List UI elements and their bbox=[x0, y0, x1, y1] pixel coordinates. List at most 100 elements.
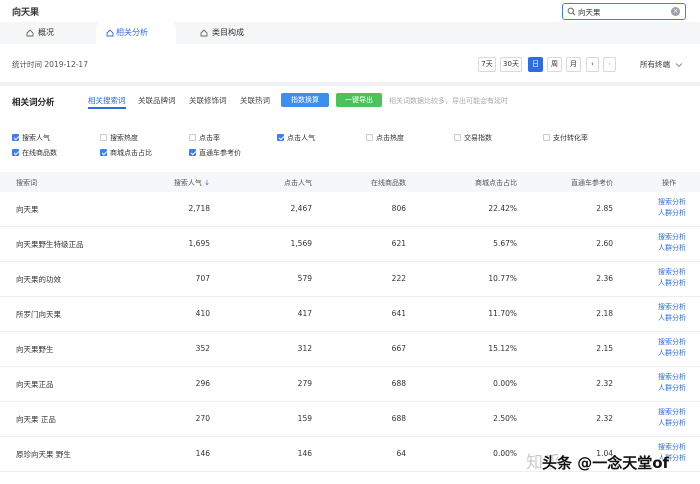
metric-checkbox-ctr[interactable]: 点击率 bbox=[189, 133, 220, 143]
subtab-brand[interactable]: 关联品牌词 bbox=[138, 95, 176, 109]
crowd-analysis-link[interactable]: 人群分析 bbox=[646, 313, 686, 324]
checkbox-box bbox=[189, 134, 196, 141]
cell-mall-click-ratio: 15.12% bbox=[488, 344, 517, 353]
crowd-analysis-link[interactable]: 人群分析 bbox=[646, 208, 686, 219]
metric-label: 支付转化率 bbox=[553, 134, 588, 142]
cell-keyword: 向天果 正品 bbox=[16, 415, 56, 424]
cell-online-items: 64 bbox=[396, 449, 406, 458]
range-7-days-button[interactable]: 7天 bbox=[478, 57, 496, 72]
cell-mall-click-ratio: 0.00% bbox=[493, 379, 517, 388]
cell-online-items: 688 bbox=[391, 379, 406, 388]
cell-keyword: 向天果正品 bbox=[16, 380, 54, 389]
column-header-keyword[interactable]: 搜索词 bbox=[16, 178, 37, 188]
search-analysis-link[interactable]: 搜索分析 bbox=[646, 302, 686, 313]
metric-checkbox-search-popularity[interactable]: 搜索人气 bbox=[12, 133, 50, 143]
app-title: 向天果 bbox=[12, 8, 40, 18]
column-header-ad-price[interactable]: 直通车参考价 bbox=[543, 178, 613, 188]
cell-click-popularity: 417 bbox=[297, 309, 312, 318]
index-convert-button[interactable]: 指数换算 bbox=[281, 93, 329, 107]
metric-checkbox-search-heat[interactable]: 搜索热度 bbox=[100, 133, 138, 143]
tab-related-analysis[interactable]: 相关分析 bbox=[96, 22, 176, 44]
metric-checkbox-click-popularity[interactable]: 点击人气 bbox=[277, 133, 315, 143]
cell-ad-price: 2.36 bbox=[596, 274, 613, 283]
table-row: 向天果正品 296 279 688 0.00% 2.32 搜索分析 人群分析 bbox=[0, 367, 700, 402]
search-analysis-link[interactable]: 搜索分析 bbox=[646, 267, 686, 278]
search-analysis-link[interactable]: 搜索分析 bbox=[646, 232, 686, 243]
table-row: 向天果 正品 270 159 688 2.50% 2.32 搜索分析 人群分析 bbox=[0, 402, 700, 437]
column-header-click-popularity[interactable]: 点击人气 bbox=[262, 178, 312, 188]
range-30-days-button[interactable]: 30天 bbox=[500, 57, 522, 72]
cell-search-popularity: 352 bbox=[195, 344, 210, 353]
table-row: 向天果 2,718 2,467 806 22.42% 2.85 搜索分析 人群分析 bbox=[0, 192, 700, 227]
range-day-button[interactable]: 日 bbox=[528, 57, 543, 72]
crowd-analysis-link[interactable]: 人群分析 bbox=[646, 418, 686, 429]
metric-checkbox-mall-click-ratio[interactable]: 商城点击占比 bbox=[100, 148, 152, 158]
metric-checkbox-click-heat[interactable]: 点击热度 bbox=[366, 133, 404, 143]
next-button[interactable]: › bbox=[603, 57, 616, 72]
tab-label: 相关分析 bbox=[116, 28, 148, 37]
stat-bar: 统计时间 2019-12-17 7天 30天 日 周 月 ‹ › 所有终端 bbox=[0, 44, 700, 82]
subtab-modifier[interactable]: 关联修饰词 bbox=[189, 95, 227, 109]
row-actions: 搜索分析 人群分析 bbox=[646, 232, 686, 254]
panel-title: 相关词分析 bbox=[12, 98, 55, 108]
checkbox-box bbox=[12, 134, 19, 141]
cell-online-items: 222 bbox=[391, 274, 406, 283]
cell-keyword: 向天果野生 bbox=[16, 345, 54, 354]
metric-label: 在线商品数 bbox=[22, 149, 57, 157]
cell-keyword: 向天果 bbox=[16, 205, 39, 214]
metric-label: 搜索人气 bbox=[22, 134, 50, 142]
clear-icon[interactable]: × bbox=[671, 7, 680, 16]
metric-checkbox-online-items[interactable]: 在线商品数 bbox=[12, 148, 57, 158]
range-month-button[interactable]: 月 bbox=[566, 57, 581, 72]
column-header-online-items[interactable]: 在线商品数 bbox=[346, 178, 406, 188]
search-analysis-link[interactable]: 搜索分析 bbox=[646, 407, 686, 418]
subtab-hot[interactable]: 关联热词 bbox=[240, 95, 270, 109]
subtab-related-search[interactable]: 相关搜索词 bbox=[88, 95, 126, 109]
tab-label: 类目构成 bbox=[212, 28, 244, 37]
row-actions: 搜索分析 人群分析 bbox=[646, 302, 686, 324]
house-icon bbox=[26, 29, 34, 37]
column-header-search-popularity[interactable]: 搜索人气 ↓ bbox=[160, 178, 210, 188]
cell-click-popularity: 1,569 bbox=[290, 239, 312, 248]
crowd-analysis-link[interactable]: 人群分析 bbox=[646, 383, 686, 394]
cell-click-popularity: 279 bbox=[297, 379, 312, 388]
cell-search-popularity: 2,718 bbox=[188, 204, 210, 213]
cell-mall-click-ratio: 10.77% bbox=[488, 274, 517, 283]
column-header-label: 搜索人气 bbox=[173, 179, 202, 187]
cell-keyword: 原珍向天果 野生 bbox=[16, 450, 71, 459]
metric-checkbox-ad-price[interactable]: 直通车参考价 bbox=[189, 148, 241, 158]
export-button[interactable]: 一键导出 bbox=[336, 93, 382, 107]
column-header-actions: 操作 bbox=[662, 179, 676, 187]
cell-keyword: 向天果野生特级正品 bbox=[16, 240, 84, 249]
row-actions: 搜索分析 人群分析 bbox=[646, 407, 686, 429]
cell-ad-price: 2.60 bbox=[596, 239, 613, 248]
terminal-select[interactable]: 所有终端 bbox=[640, 59, 683, 70]
cell-search-popularity: 707 bbox=[195, 274, 210, 283]
search-input[interactable] bbox=[578, 6, 668, 18]
range-week-button[interactable]: 周 bbox=[547, 57, 562, 72]
cell-click-popularity: 146 bbox=[297, 449, 312, 458]
cell-mall-click-ratio: 5.67% bbox=[493, 239, 517, 248]
search-box[interactable]: × bbox=[562, 3, 686, 20]
search-icon bbox=[567, 7, 576, 16]
nav-tabs: 概况 相关分析 类目构成 bbox=[0, 22, 700, 44]
metric-checkbox-trade-index[interactable]: 交易指数 bbox=[454, 133, 492, 143]
search-analysis-link[interactable]: 搜索分析 bbox=[646, 197, 686, 208]
cell-mall-click-ratio: 22.42% bbox=[488, 204, 517, 213]
prev-button[interactable]: ‹ bbox=[586, 57, 599, 72]
tab-overview[interactable]: 概况 bbox=[26, 22, 86, 44]
metric-checkbox-conversion[interactable]: 支付转化率 bbox=[543, 133, 588, 143]
watermark-author: 头条 @一念天堂of bbox=[542, 454, 670, 472]
house-icon bbox=[200, 29, 208, 37]
search-analysis-link[interactable]: 搜索分析 bbox=[646, 337, 686, 348]
search-analysis-link[interactable]: 搜索分析 bbox=[646, 372, 686, 383]
crowd-analysis-link[interactable]: 人群分析 bbox=[646, 278, 686, 289]
related-words-panel: 相关词分析 相关搜索词 关联品牌词 关联修饰词 关联热词 指数换算 一键导出 相… bbox=[0, 86, 700, 484]
crowd-analysis-link[interactable]: 人群分析 bbox=[646, 348, 686, 359]
cell-click-popularity: 312 bbox=[297, 344, 312, 353]
crowd-analysis-link[interactable]: 人群分析 bbox=[646, 243, 686, 254]
row-actions: 搜索分析 人群分析 bbox=[646, 267, 686, 289]
column-header-mall-click-ratio[interactable]: 商城点击占比 bbox=[447, 178, 517, 188]
cell-ad-price: 2.32 bbox=[596, 379, 613, 388]
tab-category-composition[interactable]: 类目构成 bbox=[200, 22, 280, 44]
